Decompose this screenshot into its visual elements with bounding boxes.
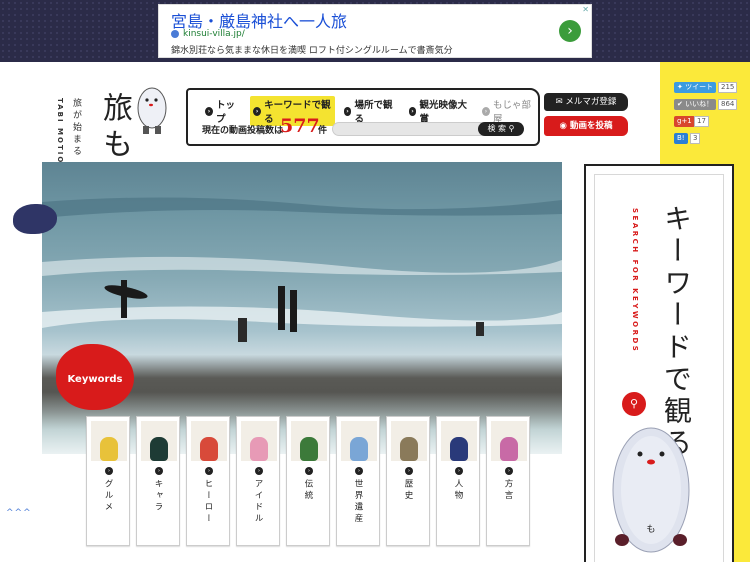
nav-label: トップ	[215, 100, 235, 125]
hatena-button[interactable]: B!	[674, 133, 688, 144]
arrow-icon: ›	[343, 106, 352, 116]
cloud-decoration	[13, 204, 57, 234]
hatena-label: B!	[677, 134, 685, 142]
arrow-icon: ›	[255, 467, 263, 475]
thumbs-up-icon: ✔	[677, 100, 683, 108]
arrow-icon: ›	[305, 467, 313, 475]
ad-banner[interactable]: 宮島・厳島神社へ一人旅 kinsui-villa.jp/ 錦水別荘なら気ままな休…	[158, 4, 592, 58]
ad-close-icon[interactable]: ✕	[582, 5, 589, 14]
arrow-icon: ›	[205, 106, 213, 116]
arrow-icon: ›	[155, 467, 163, 475]
hatena-count: 3	[690, 133, 701, 144]
person-icon	[441, 421, 477, 461]
mountain-icon	[341, 421, 377, 461]
arrow-icon: ›	[205, 467, 213, 475]
category-card-hero[interactable]: › ヒーロー	[186, 416, 230, 546]
category-label: 人物	[453, 479, 463, 502]
camera-icon: ◉	[559, 121, 567, 131]
scroll-up-hint[interactable]: ^^^	[6, 508, 32, 518]
category-card-heritage[interactable]: › 世界遺産	[336, 416, 380, 546]
newsletter-label: メルマガ登録	[565, 97, 617, 107]
video-count: 577	[280, 115, 320, 137]
category-card-people[interactable]: › 人物	[436, 416, 480, 546]
arrow-icon: ›	[408, 106, 417, 116]
category-card-history[interactable]: › 歴史	[386, 416, 430, 546]
video-count-label: 現在の動画投稿数は	[202, 126, 284, 136]
gourmet-icon	[91, 421, 127, 461]
character-icon	[141, 421, 177, 461]
category-card-dialect[interactable]: › 方言	[486, 416, 530, 546]
search-icon[interactable]: ⚲	[622, 392, 646, 416]
category-label: アイドル	[253, 479, 263, 525]
video-count-unit: 件	[318, 126, 328, 136]
category-label: ヒーロー	[203, 479, 213, 525]
mascot-icon	[137, 87, 167, 134]
newsletter-button[interactable]: ✉ メルマガ登録	[544, 93, 628, 111]
nav-box: › トップ › キーワードで観る › 場所で観る › 観光映像大賞 › もじゃ部…	[186, 88, 540, 146]
arrow-icon: ›	[253, 106, 262, 116]
tweet-button[interactable]: ✦ ツイート	[674, 82, 717, 93]
search-button[interactable]: 検 索 ⚲	[478, 122, 524, 136]
gplus-count: 17	[694, 116, 709, 127]
arrow-icon: ›	[355, 467, 363, 475]
hero-photo	[42, 162, 562, 454]
ad-description: 錦水別荘なら気ままな休日を満喫 ロフト付シングルルームで書斎気分	[171, 46, 453, 56]
tweet-count: 215	[718, 82, 738, 93]
keywords-badge: Keywords	[56, 344, 134, 410]
nav-item-top[interactable]: › トップ	[202, 96, 244, 126]
arrow-icon: ›	[105, 467, 113, 475]
arrow-icon: ›	[482, 106, 490, 116]
tradition-icon	[291, 421, 327, 461]
like-count: 864	[718, 99, 738, 110]
idol-icon	[241, 421, 277, 461]
nav-label: もじゃ部屋	[492, 100, 531, 125]
arrow-icon: ›	[505, 467, 513, 475]
like-label: いいね！	[685, 100, 714, 108]
category-card-character[interactable]: › キャラ	[136, 416, 180, 546]
grandma-icon	[491, 421, 527, 461]
category-cards: › グルメ › キャラ › ヒーロー › アイドル › 伝統 › 世界遺産 › …	[86, 416, 530, 546]
globe-icon	[171, 30, 179, 38]
tweet-label: ツイート	[685, 83, 714, 91]
post-video-label: 動画を投稿	[569, 121, 613, 131]
category-label: 世界遺産	[353, 479, 363, 525]
category-label: キャラ	[153, 479, 163, 514]
category-label: 歴史	[403, 479, 413, 502]
nav-label: 場所で観る	[354, 100, 393, 125]
gplus-button[interactable]: g+1	[674, 116, 695, 127]
arrow-right-icon[interactable]: ›	[559, 20, 581, 42]
category-card-idol[interactable]: › アイドル	[236, 416, 280, 546]
twitter-icon: ✦	[677, 83, 683, 91]
nav-label: 観光映像大賞	[419, 100, 467, 125]
category-card-tradition[interactable]: › 伝統	[286, 416, 330, 546]
castle-icon	[391, 421, 427, 461]
gplus-label: g+1	[677, 117, 692, 125]
like-button[interactable]: ✔ いいね！	[674, 99, 717, 110]
hero-icon	[191, 421, 227, 461]
keyword-panel-subtitle: SEARCH FOR KEYWORDS	[631, 208, 639, 354]
post-video-button[interactable]: ◉ 動画を投稿	[544, 116, 628, 136]
category-card-gourmet[interactable]: › グルメ	[86, 416, 130, 546]
category-label: 方言	[503, 479, 513, 502]
mail-icon: ✉	[555, 97, 563, 107]
search-icon: ⚲	[508, 124, 515, 133]
category-label: グルメ	[103, 479, 113, 514]
ad-url-text[interactable]: kinsui-villa.jp/	[183, 29, 245, 39]
svg-text:も: も	[646, 524, 655, 535]
ad-url[interactable]: kinsui-villa.jp/	[171, 29, 245, 39]
arrow-icon: ›	[455, 467, 463, 475]
search-button-label: 検 索	[487, 124, 507, 133]
arrow-icon: ›	[405, 467, 413, 475]
category-label: 伝統	[303, 479, 313, 502]
mascot-icon: も	[612, 427, 690, 553]
